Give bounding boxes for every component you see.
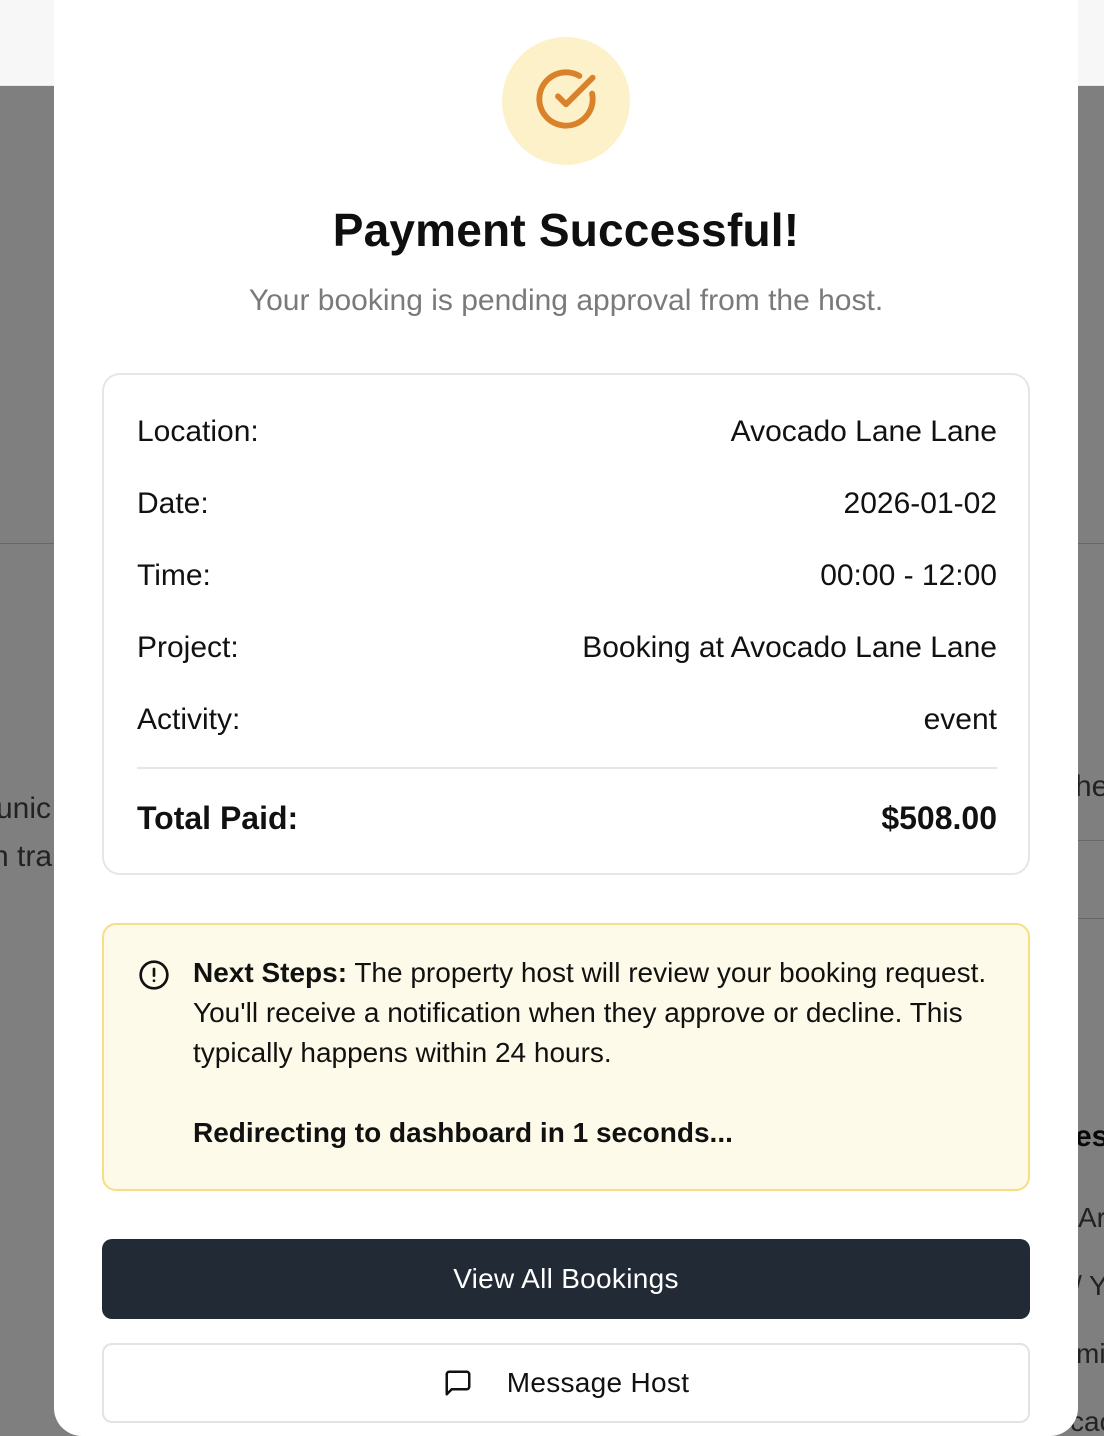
detail-row-date: Date: 2026-01-02 <box>137 484 997 524</box>
details-divider <box>137 767 997 769</box>
modal-title: Payment Successful! <box>332 204 800 256</box>
check-circle-icon <box>534 67 598 136</box>
redirect-countdown: Redirecting to dashboard in 1 seconds... <box>193 1117 733 1148</box>
success-badge <box>502 37 630 165</box>
detail-value: Avocado Lane Lane <box>730 415 997 448</box>
detail-label: Activity: <box>137 703 241 736</box>
total-value: $508.00 <box>881 799 997 836</box>
detail-label: Time: <box>137 559 211 592</box>
detail-label: Date: <box>137 487 209 520</box>
total-label: Total Paid: <box>137 799 299 836</box>
detail-label: Project: <box>137 631 239 664</box>
message-square-icon <box>443 1368 473 1398</box>
detail-value: 00:00 - 12:00 <box>820 559 997 592</box>
next-steps-text: Next Steps: The property host will revie… <box>193 953 993 1073</box>
message-host-button[interactable]: Message Host <box>102 1343 1030 1423</box>
detail-row-total: Total Paid: $508.00 <box>137 798 997 838</box>
alert-circle-icon <box>138 959 170 991</box>
detail-row-time: Time: 00:00 - 12:00 <box>137 556 997 596</box>
detail-row-location: Location: Avocado Lane Lane <box>137 412 997 452</box>
payment-success-modal: Payment Successful! Your booking is pend… <box>54 0 1078 1436</box>
detail-label: Location: <box>137 415 259 448</box>
detail-value: Booking at Avocado Lane Lane <box>582 631 997 664</box>
detail-value: 2026-01-02 <box>843 487 997 520</box>
view-all-bookings-button[interactable]: View All Bookings <box>102 1239 1030 1319</box>
message-host-label: Message Host <box>506 1367 690 1398</box>
next-steps-heading: Next Steps: <box>193 957 348 988</box>
next-steps-notice: Next Steps: The property host will revie… <box>102 923 1030 1191</box>
modal-subtitle: Your booking is pending approval from th… <box>248 284 884 317</box>
detail-row-activity: Activity: event <box>137 700 997 740</box>
detail-row-project: Project: Booking at Avocado Lane Lane <box>137 628 997 668</box>
detail-value: event <box>923 703 997 736</box>
